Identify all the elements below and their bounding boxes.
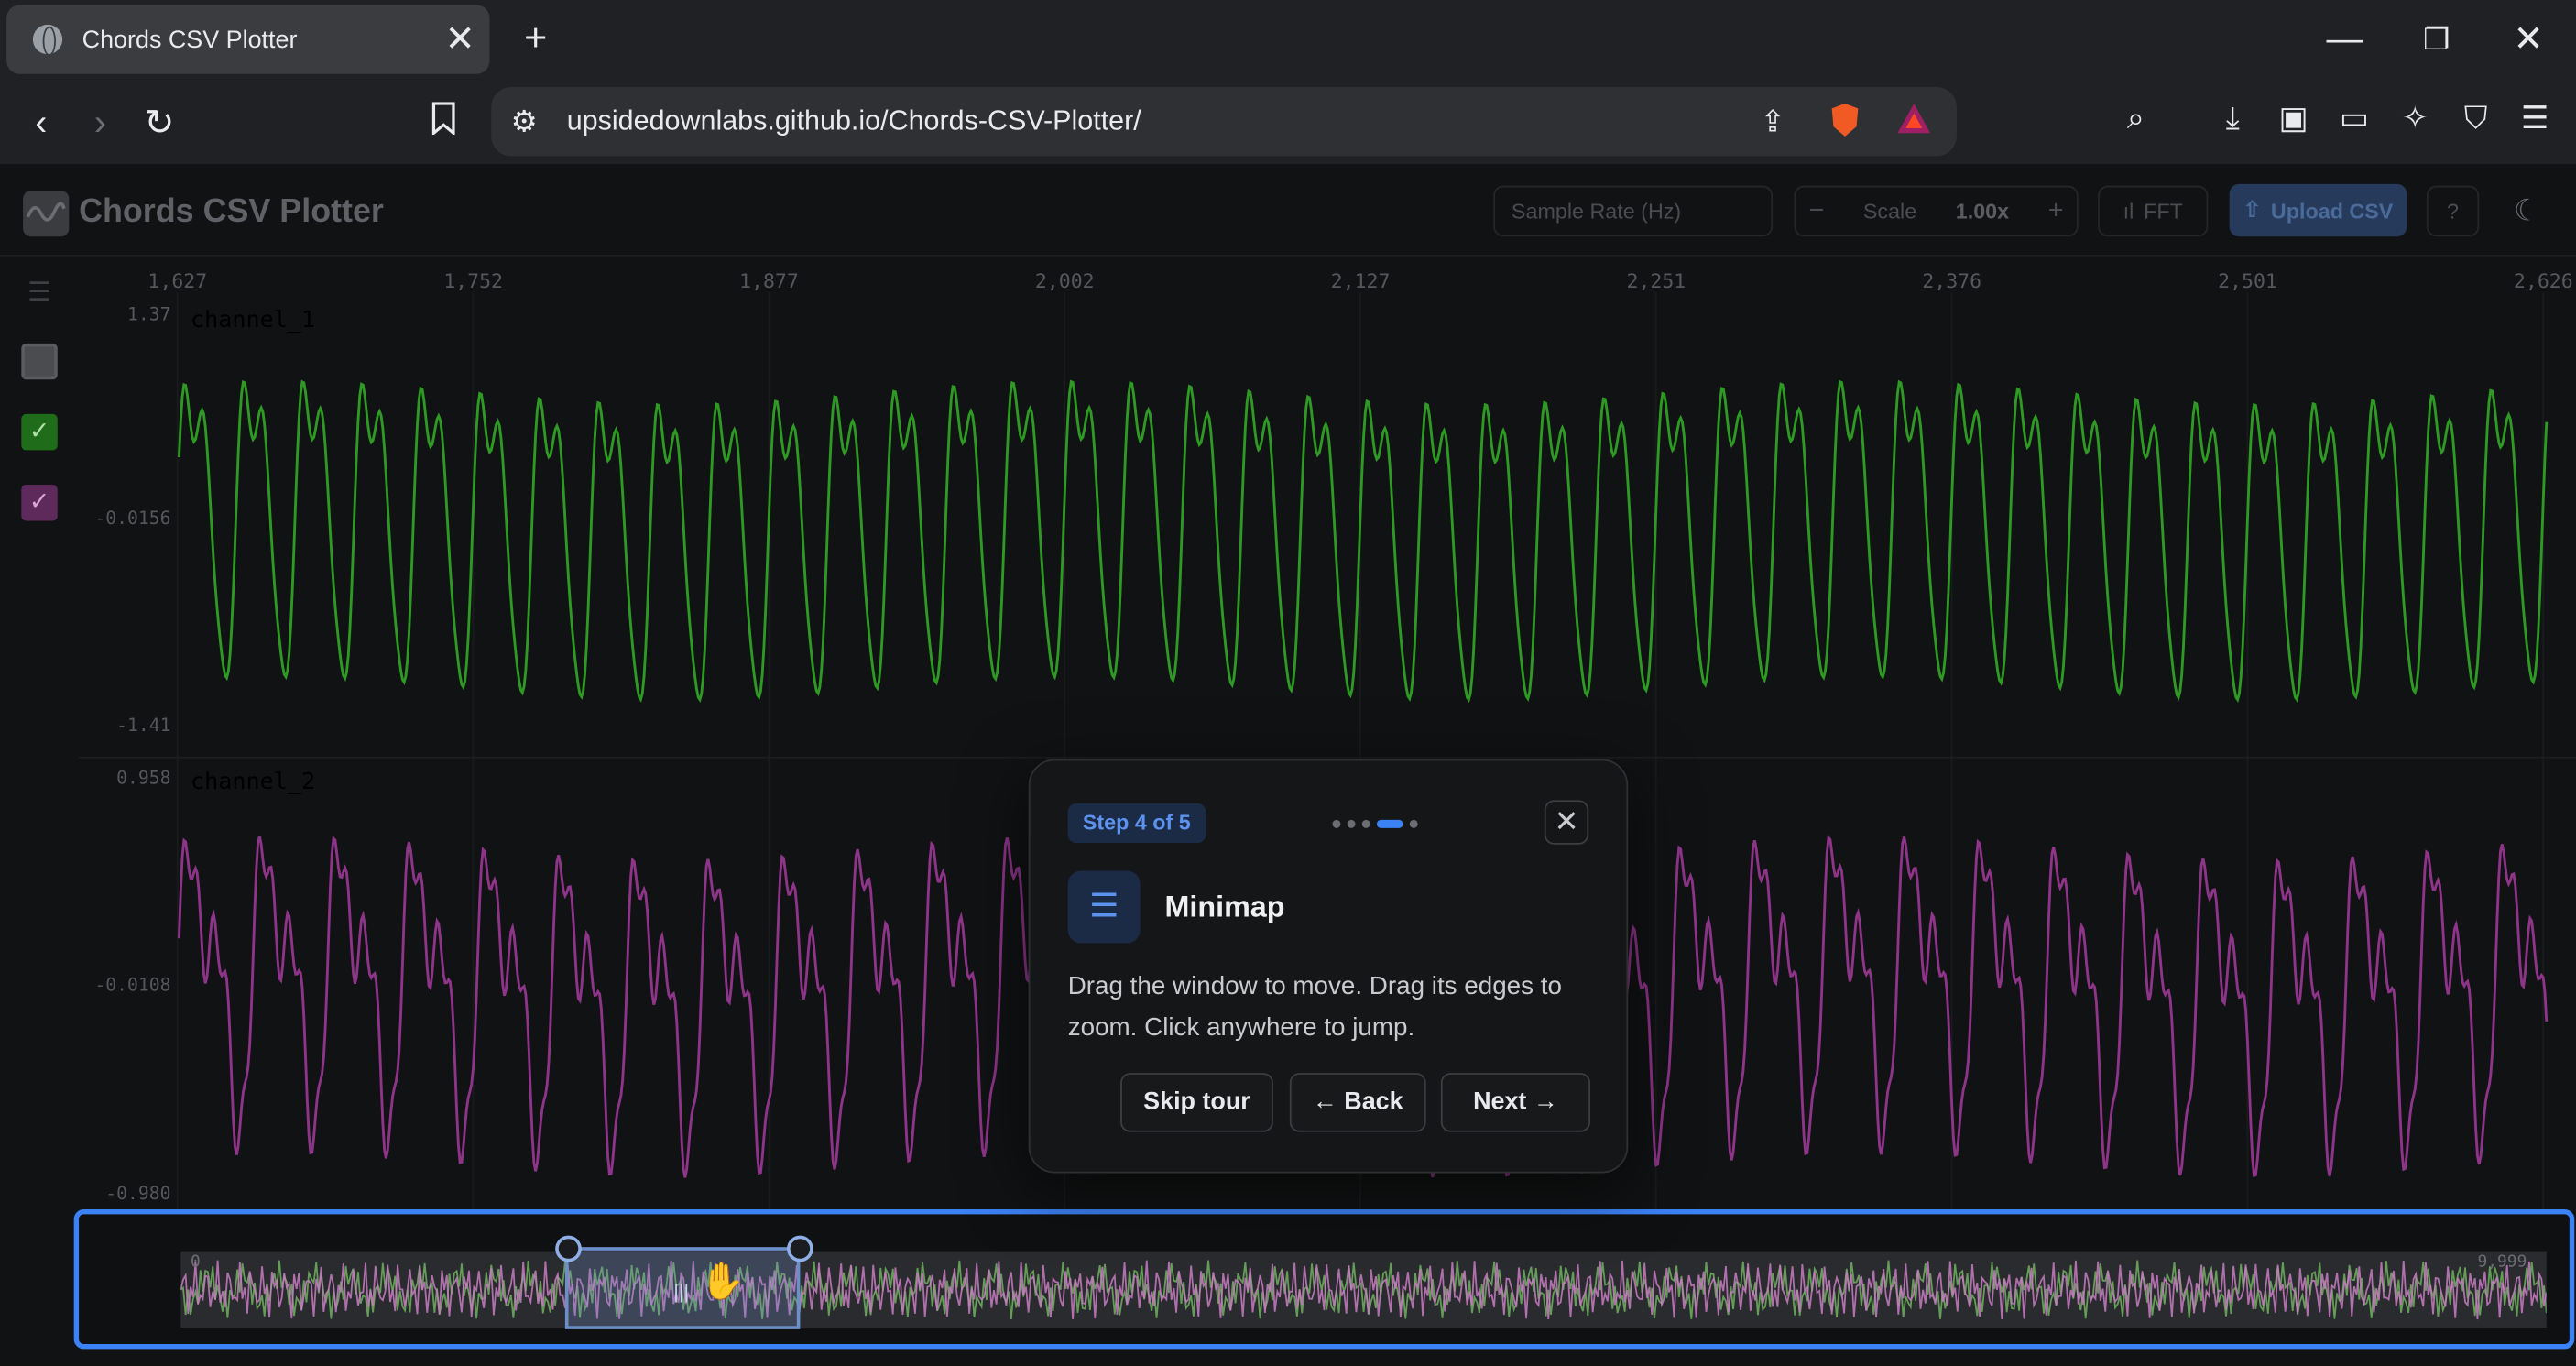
step-dot [1361, 819, 1370, 828]
sidebar-toggle-icon[interactable]: ▣ [2272, 99, 2315, 142]
back-button[interactable]: ← Back [1289, 1073, 1426, 1132]
list-icon[interactable]: ☰ [21, 276, 57, 311]
channel-1-checkbox[interactable]: ✓ [21, 413, 58, 451]
y-tick-label: 1.37 [126, 303, 171, 326]
step-badge: Step 4 of 5 [1067, 803, 1206, 844]
minimize-button[interactable]: — [2305, 10, 2384, 70]
y-tick-label: -0.0108 [94, 973, 171, 995]
select-all-checkbox[interactable] [21, 343, 58, 380]
minimap-waveform [180, 1260, 2548, 1320]
upload-csv-label: Upload CSV [2270, 198, 2394, 224]
bookmark-icon[interactable] [419, 99, 468, 148]
back-icon[interactable]: ‹ [16, 99, 66, 148]
scale-plus-button[interactable]: + [2048, 196, 2064, 225]
y-tick-label: -0.980 [105, 1183, 171, 1205]
tour-close-button[interactable]: ✕ [1544, 800, 1589, 845]
tour-body: Drag the window to move. Drag its edges … [1067, 972, 1562, 1043]
x-tick-label: 1,877 [739, 269, 799, 293]
tour-title: Minimap [1164, 891, 1285, 923]
leo-ai-icon[interactable]: ✧ [2394, 99, 2437, 142]
site-settings-icon[interactable]: ⚙ [505, 102, 544, 141]
minimap-end-label: 9,999 [2477, 1253, 2527, 1273]
step-dot [1409, 819, 1418, 828]
menu-icon[interactable]: ☰ [2514, 99, 2557, 142]
globe-icon [32, 24, 63, 56]
step-indicator [1332, 819, 1418, 828]
browser-tab[interactable]: Chords CSV Plotter ✕ [6, 5, 490, 74]
url-text[interactable]: upsidedownlabs.github.io/Chords-CSV-Plot… [567, 105, 1141, 138]
upload-csv-button[interactable]: ⇧ Upload CSV [2229, 183, 2407, 237]
list-icon: ☰ [1067, 870, 1141, 944]
skip-tour-button[interactable]: Skip tour [1120, 1073, 1273, 1132]
channel-1-label: channel_1 [191, 307, 316, 334]
wallet-icon[interactable]: ▭ [2333, 99, 2376, 142]
minimap-left-handle[interactable] [555, 1235, 582, 1262]
app-title: Chords CSV Plotter [79, 193, 384, 231]
x-tick-label: 2,626 [2513, 269, 2573, 293]
restore-button[interactable]: ❐ [2397, 10, 2476, 70]
step-dot [1332, 819, 1341, 828]
fft-button[interactable]: ıl FFT [2098, 185, 2209, 237]
moon-icon[interactable]: ☾ [2501, 186, 2553, 237]
share-icon[interactable]: ⇪ [1753, 102, 1793, 141]
bar-chart-icon: ıl [2123, 199, 2134, 224]
sample-rate-label: Sample Rate (Hz) [1511, 199, 1682, 224]
x-tick-label: 2,376 [1922, 269, 1982, 293]
logo-icon [23, 191, 70, 237]
y-tick-label: 0.958 [116, 767, 171, 789]
x-tick-label: 2,251 [1626, 269, 1686, 293]
x-tick-label: 1,627 [147, 269, 208, 293]
forward-icon[interactable]: › [75, 99, 125, 148]
window-close-button[interactable]: ✕ [2489, 10, 2568, 70]
brave-shields-icon[interactable] [1825, 102, 1864, 141]
tour-dialog: Step 4 of 5 ✕ ☰ Minimap Drag the window … [1028, 759, 1629, 1174]
download-icon[interactable]: ⤓ [2211, 99, 2254, 142]
upload-icon: ⇧ [2243, 197, 2262, 223]
new-tab-button[interactable]: + [516, 16, 555, 62]
channel-2-label: channel_2 [191, 769, 316, 796]
vpn-icon[interactable]: ⛉ [2454, 99, 2497, 142]
x-tick-label: 2,501 [2218, 269, 2277, 293]
minimap-start-label: 0 [191, 1253, 201, 1273]
minimap-window[interactable]: ||| [564, 1247, 801, 1329]
channel-1-series [178, 379, 2549, 704]
step-dot [1347, 819, 1356, 828]
window-grip-icon: ||| [673, 1280, 690, 1304]
y-tick-label: -0.0156 [94, 508, 171, 530]
scale-control: − Scale 1.00x + [1794, 185, 2079, 237]
reload-icon[interactable]: ↻ [135, 99, 184, 148]
x-tick-label: 2,127 [1330, 269, 1391, 293]
minimap[interactable]: 0 9,999 ||| ✋ [73, 1208, 2575, 1350]
minimap-strip[interactable] [180, 1251, 2548, 1328]
sample-rate-input[interactable]: Sample Rate (Hz) [1493, 185, 1774, 237]
y-tick-label: -1.41 [116, 715, 171, 737]
minimap-right-handle[interactable] [787, 1235, 813, 1262]
help-button[interactable]: ? [2426, 185, 2480, 237]
browser-toolbar: ‹ › ↻ ⚙ upsidedownlabs.github.io/Chords-… [0, 79, 2576, 165]
scale-label: Scale [1862, 199, 1917, 224]
search-tab-icon[interactable]: ⌕ [2114, 99, 2157, 142]
x-tick-label: 1,752 [443, 269, 504, 293]
next-button[interactable]: Next → [1440, 1073, 1591, 1132]
browser-tabbar: Chords CSV Plotter ✕ + — ❐ ✕ [0, 0, 2576, 80]
brave-rewards-icon[interactable] [1894, 102, 1934, 141]
step-dot-active [1376, 819, 1403, 828]
app-header: Chords CSV Plotter Sample Rate (Hz) − Sc… [0, 164, 2576, 257]
address-bar[interactable]: ⚙ upsidedownlabs.github.io/Chords-CSV-Pl… [491, 87, 1957, 157]
tab-title: Chords CSV Plotter [82, 25, 298, 54]
scale-value: 1.00x [1955, 199, 2010, 224]
tab-close-button[interactable]: ✕ [437, 20, 483, 57]
scale-minus-button[interactable]: − [1809, 196, 1825, 225]
hand-cursor-icon: ✋ [699, 1260, 746, 1302]
plotter-app: Chords CSV Plotter Sample Rate (Hz) − Sc… [0, 164, 2576, 1366]
x-tick-label: 2,002 [1034, 269, 1095, 293]
fft-label: FFT [2144, 199, 2183, 224]
channel-2-checkbox[interactable]: ✓ [21, 485, 58, 521]
